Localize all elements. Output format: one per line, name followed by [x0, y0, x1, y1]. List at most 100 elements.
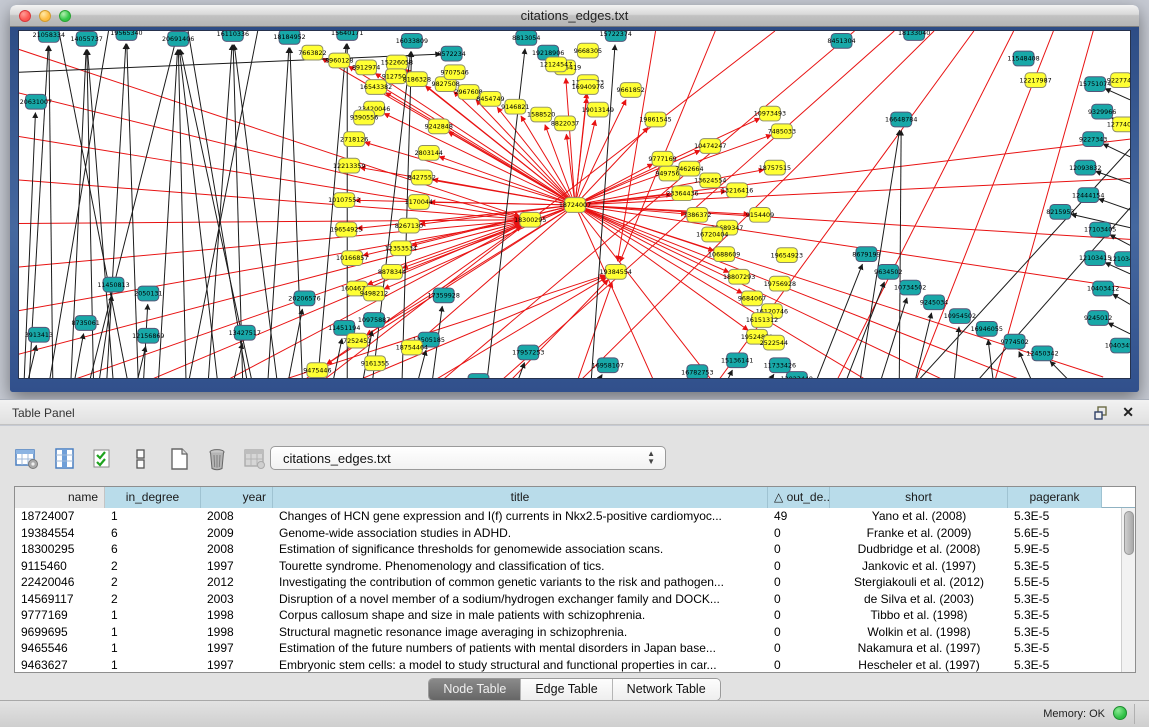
graph-edge[interactable] — [1099, 199, 1130, 210]
table-cell[interactable]: Wolkin et al. (1998) — [830, 624, 1008, 641]
graph-node[interactable]: 19013149 — [582, 102, 614, 117]
graph-edge[interactable] — [74, 334, 84, 378]
table-cell[interactable]: Corpus callosum shape and size in male p… — [273, 607, 768, 624]
graph-node[interactable]: 16033809 — [396, 33, 428, 48]
table-cell[interactable]: 0 — [768, 525, 830, 542]
graph-node[interactable]: 23364436 — [666, 186, 698, 201]
graph-node[interactable]: 8813054 — [512, 31, 540, 45]
graph-edge[interactable] — [1113, 294, 1130, 304]
table-cell[interactable]: 2003 — [201, 591, 273, 608]
table-settings-icon[interactable] — [14, 447, 40, 471]
graph-node[interactable]: 9777169 — [648, 151, 676, 166]
graph-node[interactable]: 1170044 — [405, 195, 433, 210]
graph-edge[interactable] — [1108, 323, 1130, 334]
import-table-icon[interactable] — [242, 447, 268, 471]
graph-node[interactable]: 9684067 — [738, 291, 766, 306]
table-cell[interactable]: Stergiakouli et al. (2012) — [830, 574, 1008, 591]
graph-node[interactable]: 15640171 — [331, 31, 363, 40]
row-height-icon[interactable] — [128, 447, 154, 471]
tab-edge-table[interactable]: Edge Table — [521, 679, 612, 700]
graph-node[interactable]: 8960128 — [325, 53, 353, 68]
table-cell[interactable]: 1997 — [201, 558, 273, 575]
table-cell[interactable]: Hescheler et al. (1997) — [830, 657, 1008, 673]
graph-edge[interactable] — [879, 298, 907, 378]
table-cell[interactable]: 1 — [105, 508, 201, 525]
table-cell[interactable]: 1997 — [201, 640, 273, 657]
graph-edge[interactable] — [437, 31, 855, 378]
table-cell[interactable]: 2009 — [201, 525, 273, 542]
graph-node[interactable]: 7386372 — [683, 207, 711, 222]
graph-edge[interactable] — [575, 178, 1130, 205]
graph-edge[interactable] — [596, 374, 602, 378]
table-row[interactable]: 2242004622012Investigating the contribut… — [15, 574, 1121, 591]
graph-edge[interactable] — [402, 52, 412, 378]
graph-node[interactable]: 13624554 — [694, 173, 726, 188]
graph-node[interactable]: 13216416 — [721, 183, 753, 198]
graph-node[interactable]: 17957253 — [512, 345, 544, 360]
scrollbar-thumb[interactable] — [1124, 511, 1134, 555]
graph-node[interactable]: 19756928 — [764, 276, 796, 291]
table-cell[interactable]: 1998 — [201, 624, 273, 641]
table-cell[interactable]: 5.3E-5 — [1008, 508, 1102, 525]
graph-edge[interactable] — [845, 282, 885, 378]
table-cell[interactable]: 5.3E-5 — [1008, 591, 1102, 608]
column-header-name[interactable]: name — [15, 487, 105, 508]
table-cell[interactable]: 0 — [768, 624, 830, 641]
graph-node[interactable]: 9498212 — [360, 286, 388, 301]
graph-node[interactable]: 9475446 — [303, 363, 331, 378]
table-cell[interactable]: 5.3E-5 — [1008, 558, 1102, 575]
delete-table-icon[interactable] — [204, 447, 230, 471]
table-cell[interactable]: 0 — [768, 607, 830, 624]
graph-node[interactable]: 8451304 — [827, 33, 855, 48]
graph-edge[interactable] — [575, 98, 587, 205]
graph-node[interactable]: 8427552 — [408, 170, 436, 185]
table-cell[interactable]: Jankovic et al. (1997) — [830, 558, 1008, 575]
float-panel-icon[interactable] — [1093, 405, 1109, 421]
table-cell[interactable]: 9699695 — [15, 624, 105, 641]
graph-edge[interactable] — [290, 48, 303, 378]
table-cell[interactable]: 5.3E-5 — [1008, 607, 1102, 624]
table-cell[interactable]: 0 — [768, 558, 830, 575]
graph-node[interactable]: 2803144 — [415, 146, 443, 161]
column-header-short[interactable]: short — [830, 487, 1008, 508]
table-cell[interactable]: Tourette syndrome. Phenomenology and cla… — [273, 558, 768, 575]
graph-node[interactable]: 11733426 — [764, 358, 796, 373]
graph-edge[interactable] — [372, 52, 411, 378]
graph-node[interactable]: 7485033 — [768, 124, 796, 139]
tab-network-table[interactable]: Network Table — [613, 679, 720, 700]
graph-edge[interactable] — [575, 205, 1103, 377]
graph-node[interactable]: 9154409 — [746, 207, 774, 222]
table-cell[interactable]: 9115460 — [15, 558, 105, 575]
graph-node[interactable]: 8572234 — [438, 46, 466, 61]
graph-node[interactable]: 10954502 — [944, 309, 976, 324]
graph-node[interactable]: 19565340 — [110, 31, 142, 40]
new-table-icon[interactable] — [166, 447, 192, 471]
graph-node[interactable]: 9774502 — [1000, 334, 1028, 349]
graph-node[interactable]: 16946055 — [971, 321, 1003, 336]
graph-node[interactable]: 8878344 — [378, 264, 406, 279]
table-cell[interactable]: Nakamura et al. (1997) — [830, 640, 1008, 657]
table-cell[interactable]: 49 — [768, 508, 830, 525]
node-table[interactable]: namein_degreeyeartitle△ out_de...shortpa… — [14, 486, 1136, 673]
graph-node[interactable]: 12774034 — [1107, 117, 1130, 132]
table-cell[interactable]: 9777169 — [15, 607, 105, 624]
table-cell[interactable]: 2012 — [201, 574, 273, 591]
table-row[interactable]: 946362711997Embryonic stem cells: a mode… — [15, 657, 1121, 673]
graph-node[interactable]: 20206576 — [288, 291, 320, 306]
graph-edge[interactable] — [19, 221, 519, 269]
graph-node[interactable]: 9707546 — [441, 65, 469, 80]
table-row[interactable]: 1830029562008Estimation of significance … — [15, 541, 1121, 558]
table-cell[interactable]: Franke et al. (2009) — [830, 525, 1008, 542]
table-body[interactable]: 1872400712008Changes of HCN gene express… — [15, 508, 1121, 672]
table-cell[interactable]: 18724007 — [15, 508, 105, 525]
graph-node[interactable]: 2718126 — [340, 132, 368, 147]
table-cell[interactable]: 14569117 — [15, 591, 105, 608]
graph-node[interactable]: 7462664 — [675, 161, 703, 176]
graph-edge[interactable] — [1105, 89, 1130, 100]
graph-node[interactable]: 18184952 — [273, 31, 305, 44]
table-cell[interactable]: 5.9E-5 — [1008, 541, 1102, 558]
graph-edge[interactable] — [575, 120, 595, 205]
table-cell[interactable]: 2 — [105, 591, 201, 608]
graph-node[interactable]: 10975887 — [358, 313, 390, 328]
graph-node[interactable]: 13427517 — [229, 325, 261, 340]
